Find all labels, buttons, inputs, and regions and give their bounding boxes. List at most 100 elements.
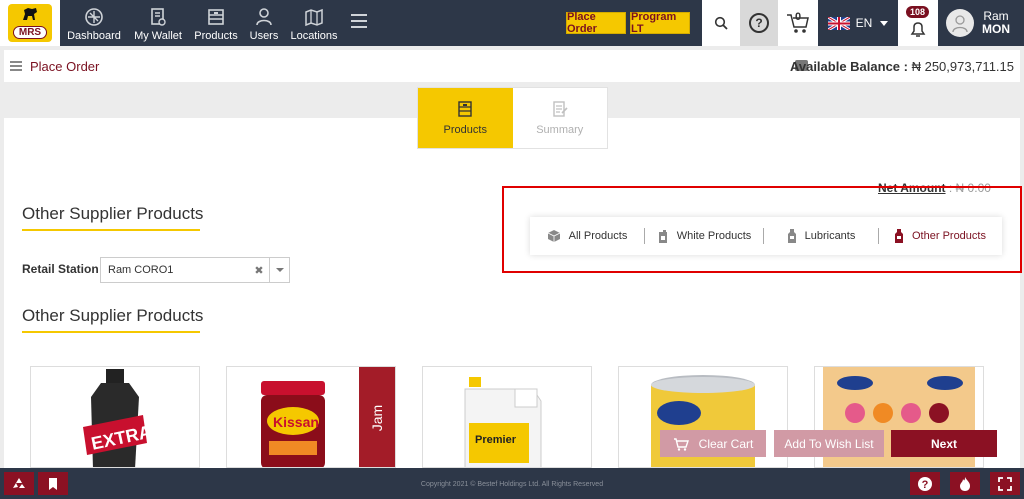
ribbon-text: Jam xyxy=(368,404,385,432)
filter-lubricants[interactable]: Lubricants xyxy=(764,226,878,246)
help-icon: ? xyxy=(918,476,932,491)
chevron-down-icon xyxy=(880,20,889,26)
svg-text:?: ? xyxy=(922,479,929,491)
uk-flag-icon xyxy=(827,16,850,30)
products-icon xyxy=(208,9,224,25)
place-order-button[interactable]: Place Order xyxy=(566,11,626,35)
program-lt-button[interactable]: Program LT xyxy=(630,11,690,35)
dropdown-toggle[interactable] xyxy=(269,258,289,282)
nav-dashboard-label: Dashboard xyxy=(67,30,121,42)
order-steps: Products Summary xyxy=(417,87,608,149)
filter-white-products-label: White Products xyxy=(676,230,752,242)
svg-text:Kissan: Kissan xyxy=(273,414,319,430)
filter-other-products-label: Other Products xyxy=(912,230,986,242)
fullscreen-button[interactable] xyxy=(990,472,1020,495)
balance-label: Available Balance : xyxy=(789,59,908,74)
user-avatar-icon xyxy=(952,15,968,33)
cube-icon xyxy=(547,230,560,242)
dashboard-icon xyxy=(85,8,103,26)
clear-cart-label: Clear Cart xyxy=(698,436,754,451)
next-button[interactable]: Next xyxy=(891,430,997,457)
filter-all-products[interactable]: All Products xyxy=(530,226,644,246)
clear-selection-icon[interactable]: ✖ xyxy=(249,264,269,277)
expand-icon xyxy=(998,476,1012,491)
language-selector[interactable]: EN xyxy=(818,0,898,46)
nav-products[interactable]: Products xyxy=(193,0,239,46)
menu-toggle-icon[interactable] xyxy=(351,14,367,30)
wallet-icon xyxy=(151,8,166,26)
horse-icon xyxy=(23,8,37,20)
product-card[interactable]: EXTRA4 xyxy=(30,366,200,468)
section-title-top: Other Supplier Products xyxy=(22,204,204,231)
summary-tab-icon xyxy=(553,101,568,117)
copyright-text: Copyright 2021 © Bestef Holdings Ltd. Al… xyxy=(420,481,604,488)
chevron-down-icon xyxy=(275,268,284,272)
retail-station-select[interactable]: Ram CORO1 ✖ xyxy=(100,257,290,283)
users-icon xyxy=(256,8,272,26)
bell-icon xyxy=(910,22,926,37)
retail-station-label: Retail Station xyxy=(22,262,99,276)
cart-button[interactable]: 0 xyxy=(778,0,818,46)
tab-summary[interactable]: Summary xyxy=(513,88,608,148)
retail-station-value: Ram CORO1 xyxy=(108,264,174,276)
product-ribbon: Jam xyxy=(359,367,395,467)
tab-summary-label: Summary xyxy=(536,124,584,136)
nav-my-wallet-label: My Wallet xyxy=(134,30,182,42)
clear-cart-button[interactable]: Clear Cart xyxy=(660,430,766,457)
locations-icon xyxy=(305,8,323,27)
add-to-wish-list-button[interactable]: Add To Wish List xyxy=(774,430,884,457)
nav-locations[interactable]: Locations xyxy=(289,0,339,46)
nav-products-label: Products xyxy=(194,30,238,42)
balance-value: ₦ 250,973,711.15 xyxy=(911,59,1014,74)
top-navbar: MRS Dashboard My Wallet Products Users L… xyxy=(0,0,1024,46)
logo-badge: MRS xyxy=(8,4,52,42)
nav-locations-label: Locations xyxy=(290,30,338,42)
tab-products-label: Products xyxy=(443,124,487,136)
filter-white-products[interactable]: White Products xyxy=(645,226,763,246)
notification-badge: 108 xyxy=(906,6,930,18)
oil-bottle-image: EXTRA4 xyxy=(83,369,163,467)
brand-logo[interactable]: MRS xyxy=(0,0,60,46)
cart-count: 0 xyxy=(795,11,802,23)
tab-products[interactable]: Products xyxy=(418,88,513,148)
lubricant-jug-image: Premier xyxy=(464,377,542,467)
footer: Copyright 2021 © Bestef Holdings Ltd. Al… xyxy=(0,468,1024,499)
filter-all-products-label: All Products xyxy=(568,230,628,242)
cart-icon xyxy=(673,437,689,451)
list-icon xyxy=(10,61,22,71)
question-icon: ? xyxy=(749,13,769,33)
nav-my-wallet[interactable]: My Wallet xyxy=(131,0,185,46)
footer-help-button[interactable]: ? xyxy=(910,472,940,495)
lubricant-bottle-icon xyxy=(787,229,796,243)
jerrycan-icon xyxy=(658,230,667,243)
flame-icon xyxy=(960,476,970,491)
available-balance: Available Balance : ₦ 250,973,711.15 xyxy=(790,59,1014,74)
flame-button[interactable] xyxy=(950,472,980,495)
product-card[interactable]: Premier xyxy=(422,366,592,468)
section-title-bottom-text: Other Supplier Products xyxy=(22,306,204,325)
search-button[interactable] xyxy=(702,0,740,46)
search-icon xyxy=(714,16,728,30)
title-underline xyxy=(22,229,200,231)
filter-other-products[interactable]: Other Products xyxy=(879,226,1001,246)
svg-text:Premier: Premier xyxy=(475,434,517,446)
language-label: EN xyxy=(855,16,873,30)
page-title: Place Order xyxy=(30,59,100,74)
logo-text: MRS xyxy=(12,26,48,39)
other-bottle-icon xyxy=(895,229,903,243)
user-code: MON xyxy=(982,22,1010,36)
title-underline xyxy=(22,331,200,333)
product-filter-bar: All Products White Products Lubricants O… xyxy=(530,217,1002,255)
section-title-bottom: Other Supplier Products xyxy=(22,306,204,333)
filter-lubricants-label: Lubricants xyxy=(804,230,856,242)
help-button[interactable]: ? xyxy=(740,0,778,46)
notifications-button[interactable]: 108 xyxy=(898,0,938,46)
nav-users-label: Users xyxy=(249,30,279,42)
product-card[interactable]: Kissan Jam xyxy=(226,366,396,468)
nav-users[interactable]: Users xyxy=(246,0,282,46)
user-menu[interactable]: Ram MON xyxy=(938,0,1024,46)
nav-dashboard[interactable]: Dashboard xyxy=(66,0,122,46)
avatar xyxy=(946,9,974,37)
products-tab-icon xyxy=(458,101,472,117)
section-title-top-text: Other Supplier Products xyxy=(22,204,204,223)
